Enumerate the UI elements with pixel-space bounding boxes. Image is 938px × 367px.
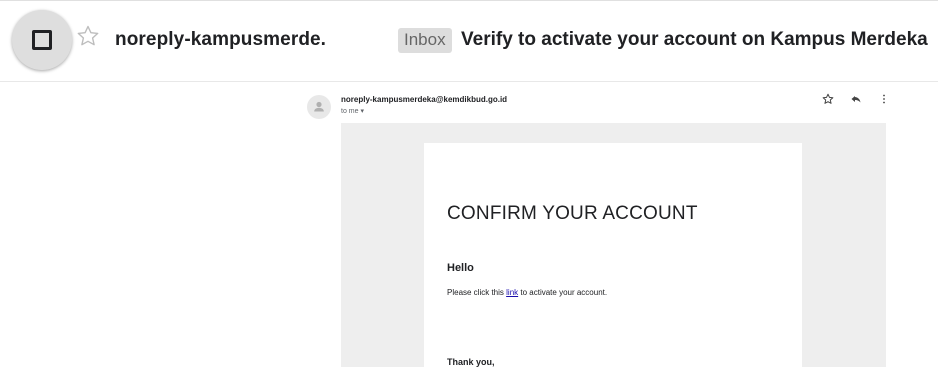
- reply-icon[interactable]: [850, 93, 862, 105]
- email-heading: CONFIRM YOUR ACCOUNT: [447, 203, 698, 224]
- more-vert-icon[interactable]: [878, 93, 890, 105]
- greeting-text: Hello: [447, 262, 474, 274]
- message-header: noreply-kampusmerdeka@kemdikbud.go.id to…: [301, 87, 896, 125]
- checkbox-square-icon: [32, 30, 52, 50]
- instruction-before: Please click this: [447, 288, 507, 297]
- recipient-dropdown[interactable]: to me ▾: [341, 107, 364, 115]
- email-content-card: [424, 143, 802, 367]
- closing-text: Thank you,: [447, 357, 495, 367]
- sender-name: noreply-kampusmerde.: [115, 29, 327, 50]
- from-address: noreply-kampusmerdeka@kemdikbud.go.id: [341, 95, 508, 104]
- select-checkbox[interactable]: [12, 10, 72, 70]
- instruction-after: to activate your account.: [518, 288, 608, 297]
- activation-link[interactable]: link: [506, 288, 518, 297]
- star-icon[interactable]: [822, 93, 834, 105]
- inbox-label-badge[interactable]: Inbox: [398, 28, 452, 53]
- avatar: [307, 95, 331, 119]
- gmail-view: noreply-kampusmerde. Inbox Verify to act…: [0, 0, 938, 367]
- email-list-row[interactable]: noreply-kampusmerde. Inbox Verify to act…: [0, 0, 938, 82]
- instruction-text: Please click this link to activate your …: [447, 288, 607, 297]
- person-icon: [314, 101, 324, 112]
- star-icon[interactable]: [76, 24, 100, 48]
- email-subject: Verify to activate your account on Kampu…: [461, 29, 928, 50]
